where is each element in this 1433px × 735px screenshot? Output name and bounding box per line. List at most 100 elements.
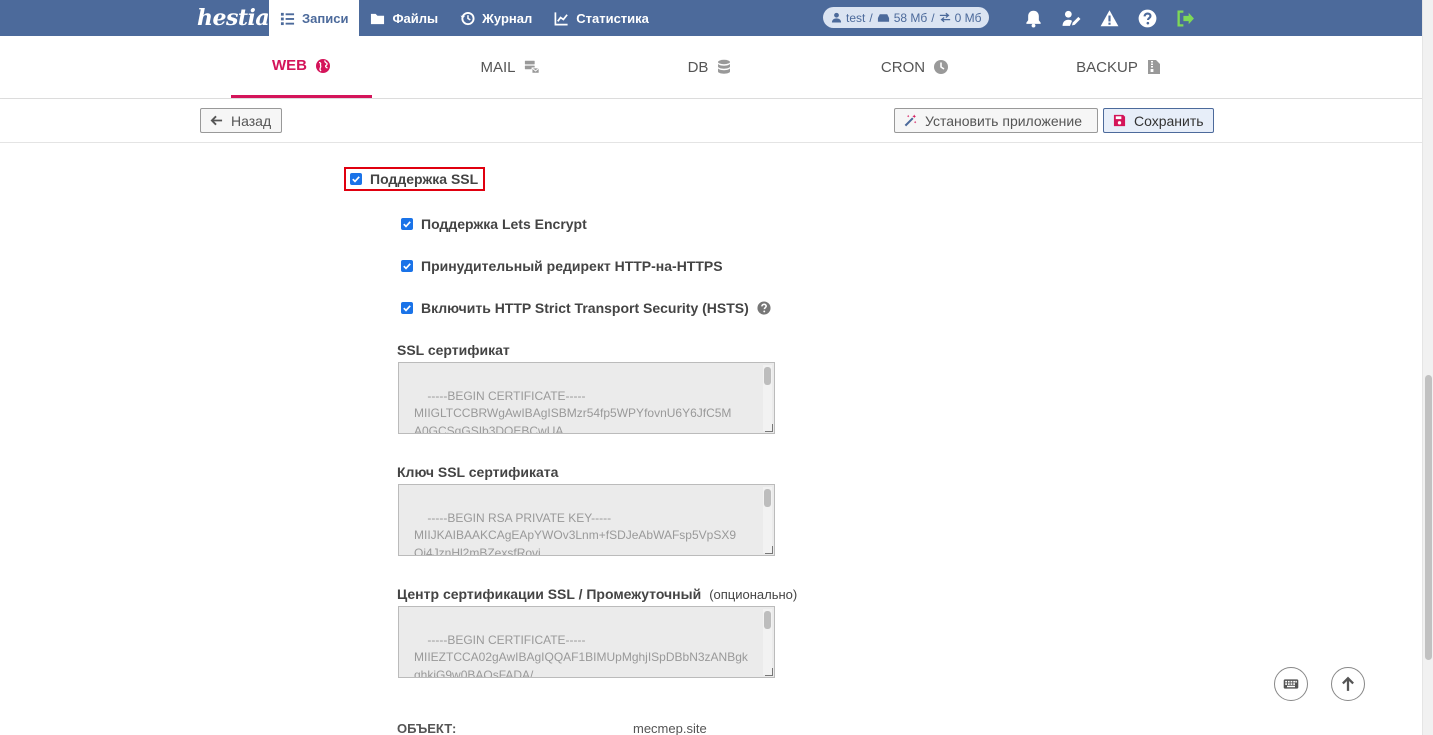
- mail-server-icon: [524, 60, 540, 74]
- section-tabs: WEB MAIL DB CRON BACKUP: [0, 36, 1422, 99]
- logout-button[interactable]: [1174, 7, 1196, 29]
- tab-cron[interactable]: CRON: [865, 36, 965, 98]
- nav-item-label: Журнал: [482, 10, 533, 26]
- top-actions: [1022, 7, 1196, 29]
- user-usage-badge[interactable]: test / 58 Мб / 0 Мб: [823, 7, 990, 28]
- folder-icon: [371, 13, 385, 24]
- globe-icon: [316, 58, 330, 73]
- tab-mail[interactable]: MAIL: [455, 36, 565, 98]
- lets-encrypt-row[interactable]: Поддержка Lets Encrypt: [401, 216, 587, 232]
- object-value: mecmep.site: [633, 721, 707, 735]
- magic-wand-icon: [904, 114, 917, 127]
- question-circle-icon: [1138, 9, 1156, 27]
- ssl-key-text: -----BEGIN RSA PRIVATE KEY----- MIIJKAIB…: [414, 510, 737, 556]
- scroll-to-top-button[interactable]: [1331, 667, 1365, 701]
- force-redirect-row[interactable]: Принудительный редирект HTTP-на-HTTPS: [401, 258, 723, 274]
- hsts-checkbox[interactable]: [401, 302, 413, 314]
- ssl-ca-label-text: Центр сертификации SSL / Промежуточный: [397, 586, 702, 602]
- help-button[interactable]: [1136, 7, 1158, 29]
- action-toolbar: Назад Установить приложение Сохранить: [0, 99, 1422, 143]
- ssl-support-label: Поддержка SSL: [370, 171, 479, 187]
- list-icon: [280, 12, 295, 25]
- tab-web[interactable]: WEB: [231, 36, 372, 98]
- nav-item-label: Статистика: [576, 10, 649, 26]
- bell-icon: [1025, 10, 1041, 28]
- ssl-key-textarea[interactable]: -----BEGIN RSA PRIVATE KEY----- MIIJKAIB…: [398, 484, 775, 556]
- ssl-certificate-label: SSL сертификат: [397, 342, 510, 358]
- tab-label: DB: [687, 58, 709, 76]
- save-button-label: Сохранить: [1134, 112, 1204, 129]
- nav-item-records[interactable]: Записи: [269, 0, 360, 36]
- notifications-button[interactable]: [1022, 7, 1044, 29]
- ssl-support-checkbox[interactable]: [350, 173, 362, 185]
- page-scrollbar-thumb[interactable]: [1425, 375, 1432, 660]
- nav-item-label: Записи: [302, 10, 349, 26]
- install-app-label: Установить приложение: [925, 112, 1083, 129]
- hard-drive-icon: [877, 13, 889, 22]
- back-button-label: Назад: [231, 112, 272, 129]
- nav-item-files[interactable]: Файлы: [359, 0, 449, 36]
- nav-item-label: Файлы: [392, 10, 439, 26]
- check-icon: [403, 221, 411, 228]
- warning-icon: [1100, 9, 1118, 26]
- textarea-resize-handle[interactable]: [765, 424, 773, 432]
- keyboard-icon: [1283, 679, 1299, 689]
- force-redirect-label: Принудительный редирект HTTP-на-HTTPS: [421, 258, 723, 274]
- separator: /: [931, 10, 935, 25]
- disk-usage: 58 Мб: [893, 10, 928, 25]
- tab-backup[interactable]: BACKUP: [1060, 36, 1178, 98]
- alerts-button[interactable]: [1098, 7, 1120, 29]
- floppy-disk-icon: [1113, 114, 1126, 127]
- tab-label: WEB: [272, 57, 307, 74]
- file-archive-icon: [1147, 60, 1160, 74]
- ssl-key-label: Ключ SSL сертификата: [397, 464, 559, 480]
- textarea-resize-handle[interactable]: [765, 668, 773, 676]
- arrow-left-icon: [210, 115, 223, 126]
- check-icon: [352, 176, 360, 183]
- top-navbar: hestia Записи Файлы Журнал Статистика te…: [0, 0, 1422, 36]
- ssl-ca-optional-note: (опционально): [709, 587, 798, 602]
- back-button[interactable]: Назад: [200, 108, 282, 133]
- database-icon: [718, 59, 731, 74]
- question-circle-icon: [757, 301, 771, 315]
- check-icon: [403, 263, 411, 270]
- textarea-resize-handle[interactable]: [765, 546, 773, 554]
- user-settings-button[interactable]: [1060, 7, 1082, 29]
- main-nav: Записи Файлы Журнал Статистика: [269, 0, 660, 36]
- nav-item-stats[interactable]: Статистика: [543, 0, 660, 36]
- ssl-ca-label: Центр сертификации SSL / Промежуточный (о…: [397, 586, 797, 602]
- ssl-certificate-textarea[interactable]: -----BEGIN CERTIFICATE----- MIIGLTCCBRWg…: [398, 362, 775, 434]
- hestia-logo[interactable]: hestia: [197, 2, 270, 34]
- arrow-up-icon: [1342, 676, 1354, 691]
- tab-db[interactable]: DB: [670, 36, 750, 98]
- sign-out-icon: [1176, 9, 1194, 27]
- user-edit-icon: [1062, 10, 1080, 26]
- nav-item-log[interactable]: Журнал: [449, 0, 543, 36]
- ssl-support-row[interactable]: Поддержка SSL: [344, 167, 486, 191]
- textarea-scrollbar[interactable]: [763, 365, 772, 431]
- ssl-ca-textarea[interactable]: -----BEGIN CERTIFICATE----- MIIEZTCCA02g…: [398, 606, 775, 678]
- username: test: [846, 10, 866, 25]
- tab-label: MAIL: [480, 58, 516, 76]
- force-redirect-checkbox[interactable]: [401, 260, 413, 272]
- hsts-help-button[interactable]: [757, 301, 771, 315]
- exchange-icon: [939, 12, 950, 23]
- keyboard-shortcuts-button[interactable]: [1274, 667, 1308, 701]
- page-scrollbar[interactable]: [1422, 0, 1433, 735]
- lets-encrypt-label: Поддержка Lets Encrypt: [421, 216, 587, 232]
- clock-icon: [934, 60, 949, 74]
- hsts-label: Включить HTTP Strict Transport Security …: [421, 300, 749, 316]
- ssl-certificate-text: -----BEGIN CERTIFICATE----- MIIGLTCCBRWg…: [414, 388, 732, 434]
- textarea-scrollbar[interactable]: [763, 487, 772, 553]
- check-icon: [403, 305, 411, 312]
- save-button[interactable]: Сохранить: [1103, 108, 1214, 133]
- chart-line-icon: [554, 11, 569, 25]
- ssl-ca-text: -----BEGIN CERTIFICATE----- MIIEZTCCA02g…: [414, 632, 748, 678]
- form-content: Поддержка SSL Поддержка Lets Encrypt При…: [0, 143, 1422, 735]
- textarea-scrollbar[interactable]: [763, 609, 772, 675]
- lets-encrypt-checkbox[interactable]: [401, 218, 413, 230]
- install-app-button[interactable]: Установить приложение: [894, 108, 1098, 133]
- history-icon: [460, 11, 475, 25]
- separator: /: [869, 10, 873, 25]
- hsts-row[interactable]: Включить HTTP Strict Transport Security …: [401, 300, 771, 316]
